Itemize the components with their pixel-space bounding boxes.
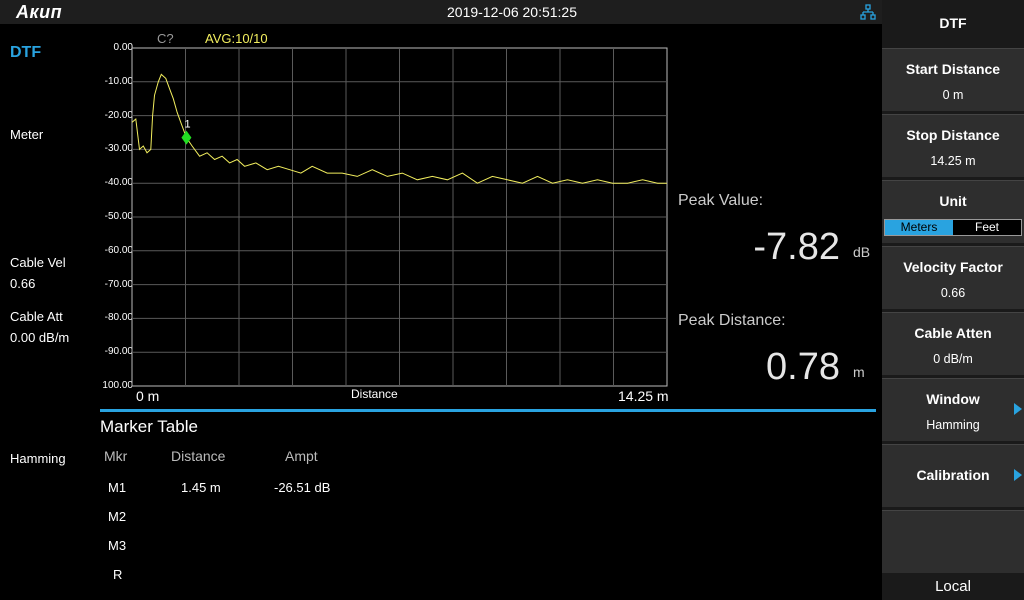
- cable-att-label: Cable Att: [10, 309, 63, 324]
- window-softkey-label: Window: [926, 391, 980, 407]
- stop-distance-label: Stop Distance: [906, 127, 1000, 143]
- stop-distance-value: 14.25 m: [930, 154, 976, 168]
- start-distance-value: 0 m: [942, 88, 964, 102]
- unit-toggle[interactable]: Meters Feet: [884, 219, 1022, 236]
- unit-option-meters[interactable]: Meters: [885, 220, 953, 235]
- peak-value: -7.82: [753, 226, 840, 268]
- network-icon: [860, 4, 876, 20]
- unit-label: Unit: [939, 193, 967, 209]
- marker-row-distance: 1.45 m: [181, 480, 221, 495]
- marker-row-mkr[interactable]: M1: [108, 480, 126, 495]
- submenu-arrow-icon: [1014, 469, 1022, 481]
- x-start-label: 0 m: [136, 388, 160, 404]
- mode-title: DTF: [10, 44, 42, 61]
- cable-vel-value: 0.66: [10, 276, 36, 291]
- velocity-factor-label: Velocity Factor: [903, 259, 1003, 275]
- softkey-header: DTF: [882, 0, 1024, 46]
- marker-row-mkr[interactable]: M3: [108, 538, 126, 553]
- cable-att-value: 0.00 dB/m: [10, 330, 70, 345]
- peak-distance-label: Peak Distance:: [678, 312, 786, 329]
- section-divider: [100, 409, 876, 412]
- marker-table-header-ampt: Ampt: [285, 448, 318, 464]
- peak-value-label: Peak Value:: [678, 192, 764, 209]
- unit-option-feet[interactable]: Feet: [953, 220, 1021, 235]
- velocity-factor-button[interactable]: Velocity Factor 0.66: [882, 246, 1024, 309]
- window-button[interactable]: Window Hamming: [882, 378, 1024, 441]
- start-distance-button[interactable]: Start Distance 0 m: [882, 48, 1024, 111]
- x-axis-label: Distance: [351, 387, 398, 401]
- cable-atten-button[interactable]: Cable Atten 0 dB/m: [882, 312, 1024, 375]
- velocity-factor-value: 0.66: [940, 286, 966, 300]
- marker-table-title: Marker Table: [100, 417, 198, 436]
- peak-value-unit: dB: [853, 244, 871, 260]
- empty-softkey[interactable]: [882, 510, 1024, 573]
- c-indicator: C?: [157, 31, 174, 46]
- avg-indicator: AVG:10/10: [205, 31, 268, 46]
- window-softkey-value: Hamming: [926, 418, 980, 432]
- marker-table-header-mkr: Mkr: [104, 448, 128, 464]
- start-distance-label: Start Distance: [905, 61, 1001, 77]
- softkey-header-title: DTF: [939, 15, 967, 31]
- cable-atten-label: Cable Atten: [914, 325, 992, 341]
- peak-distance-unit: m: [853, 364, 865, 380]
- cable-vel-label: Cable Vel: [10, 255, 66, 270]
- calibration-label: Calibration: [916, 467, 990, 483]
- marker-table-header-distance: Distance: [171, 448, 226, 464]
- marker-row-mkr[interactable]: R: [113, 567, 122, 582]
- dtf-trace-plot[interactable]: 1: [100, 46, 668, 388]
- x-stop-label: 14.25 m: [618, 388, 669, 404]
- stop-distance-button[interactable]: Stop Distance 14.25 m: [882, 114, 1024, 177]
- cable-atten-value: 0 dB/m: [933, 352, 973, 366]
- submenu-arrow-icon: [1014, 403, 1022, 415]
- marker-row-ampt: -26.51 dB: [274, 480, 331, 495]
- meter-label: Meter: [10, 127, 44, 142]
- local-status[interactable]: Local: [882, 578, 1024, 595]
- peak-distance: 0.78: [766, 346, 840, 388]
- calibration-button[interactable]: Calibration: [882, 444, 1024, 507]
- window-label: Hamming: [10, 451, 66, 466]
- marker-row-mkr[interactable]: M2: [108, 509, 126, 524]
- marker-label: 1: [184, 119, 190, 131]
